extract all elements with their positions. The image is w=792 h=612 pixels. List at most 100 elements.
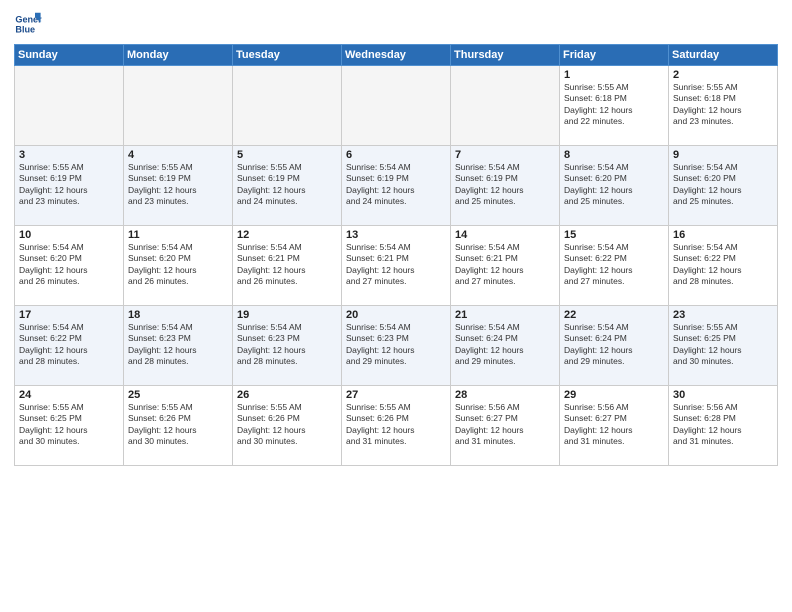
- day-number: 11: [128, 229, 228, 241]
- cell-info: Sunrise: 5:54 AM Sunset: 6:20 PM Dayligh…: [673, 162, 773, 208]
- logo-icon: General Blue: [14, 10, 42, 38]
- day-number: 15: [564, 229, 664, 241]
- header: General Blue: [14, 10, 778, 38]
- day-number: 6: [346, 149, 446, 161]
- calendar: SundayMondayTuesdayWednesdayThursdayFrid…: [14, 44, 778, 466]
- calendar-cell: [15, 66, 124, 146]
- weekday-friday: Friday: [560, 45, 669, 66]
- weekday-sunday: Sunday: [15, 45, 124, 66]
- cell-info: Sunrise: 5:54 AM Sunset: 6:23 PM Dayligh…: [346, 322, 446, 368]
- calendar-cell: 24Sunrise: 5:55 AM Sunset: 6:25 PM Dayli…: [15, 386, 124, 466]
- cell-info: Sunrise: 5:56 AM Sunset: 6:28 PM Dayligh…: [673, 402, 773, 448]
- day-number: 2: [673, 69, 773, 81]
- calendar-cell: [233, 66, 342, 146]
- calendar-cell: 25Sunrise: 5:55 AM Sunset: 6:26 PM Dayli…: [124, 386, 233, 466]
- calendar-cell: 1Sunrise: 5:55 AM Sunset: 6:18 PM Daylig…: [560, 66, 669, 146]
- day-number: 26: [237, 389, 337, 401]
- day-number: 12: [237, 229, 337, 241]
- day-number: 18: [128, 309, 228, 321]
- day-number: 24: [19, 389, 119, 401]
- cell-info: Sunrise: 5:54 AM Sunset: 6:20 PM Dayligh…: [128, 242, 228, 288]
- cell-info: Sunrise: 5:54 AM Sunset: 6:22 PM Dayligh…: [673, 242, 773, 288]
- cell-info: Sunrise: 5:56 AM Sunset: 6:27 PM Dayligh…: [564, 402, 664, 448]
- day-number: 8: [564, 149, 664, 161]
- calendar-cell: 30Sunrise: 5:56 AM Sunset: 6:28 PM Dayli…: [669, 386, 778, 466]
- day-number: 14: [455, 229, 555, 241]
- weekday-header-row: SundayMondayTuesdayWednesdayThursdayFrid…: [15, 45, 778, 66]
- week-row-1: 1Sunrise: 5:55 AM Sunset: 6:18 PM Daylig…: [15, 66, 778, 146]
- calendar-cell: 11Sunrise: 5:54 AM Sunset: 6:20 PM Dayli…: [124, 226, 233, 306]
- calendar-cell: [124, 66, 233, 146]
- calendar-cell: 2Sunrise: 5:55 AM Sunset: 6:18 PM Daylig…: [669, 66, 778, 146]
- calendar-cell: 22Sunrise: 5:54 AM Sunset: 6:24 PM Dayli…: [560, 306, 669, 386]
- day-number: 13: [346, 229, 446, 241]
- day-number: 22: [564, 309, 664, 321]
- week-row-4: 17Sunrise: 5:54 AM Sunset: 6:22 PM Dayli…: [15, 306, 778, 386]
- svg-text:Blue: Blue: [15, 24, 35, 34]
- cell-info: Sunrise: 5:54 AM Sunset: 6:21 PM Dayligh…: [455, 242, 555, 288]
- calendar-cell: 3Sunrise: 5:55 AM Sunset: 6:19 PM Daylig…: [15, 146, 124, 226]
- calendar-cell: 12Sunrise: 5:54 AM Sunset: 6:21 PM Dayli…: [233, 226, 342, 306]
- day-number: 4: [128, 149, 228, 161]
- cell-info: Sunrise: 5:54 AM Sunset: 6:20 PM Dayligh…: [564, 162, 664, 208]
- day-number: 29: [564, 389, 664, 401]
- calendar-cell: 21Sunrise: 5:54 AM Sunset: 6:24 PM Dayli…: [451, 306, 560, 386]
- page: General Blue SundayMondayTuesdayWednesda…: [0, 0, 792, 612]
- calendar-cell: 10Sunrise: 5:54 AM Sunset: 6:20 PM Dayli…: [15, 226, 124, 306]
- cell-info: Sunrise: 5:55 AM Sunset: 6:26 PM Dayligh…: [128, 402, 228, 448]
- weekday-thursday: Thursday: [451, 45, 560, 66]
- calendar-cell: 7Sunrise: 5:54 AM Sunset: 6:19 PM Daylig…: [451, 146, 560, 226]
- cell-info: Sunrise: 5:54 AM Sunset: 6:21 PM Dayligh…: [237, 242, 337, 288]
- cell-info: Sunrise: 5:55 AM Sunset: 6:26 PM Dayligh…: [346, 402, 446, 448]
- calendar-cell: [451, 66, 560, 146]
- cell-info: Sunrise: 5:56 AM Sunset: 6:27 PM Dayligh…: [455, 402, 555, 448]
- week-row-5: 24Sunrise: 5:55 AM Sunset: 6:25 PM Dayli…: [15, 386, 778, 466]
- calendar-cell: 9Sunrise: 5:54 AM Sunset: 6:20 PM Daylig…: [669, 146, 778, 226]
- weekday-tuesday: Tuesday: [233, 45, 342, 66]
- day-number: 17: [19, 309, 119, 321]
- calendar-cell: 27Sunrise: 5:55 AM Sunset: 6:26 PM Dayli…: [342, 386, 451, 466]
- calendar-cell: 20Sunrise: 5:54 AM Sunset: 6:23 PM Dayli…: [342, 306, 451, 386]
- calendar-cell: 26Sunrise: 5:55 AM Sunset: 6:26 PM Dayli…: [233, 386, 342, 466]
- calendar-cell: 28Sunrise: 5:56 AM Sunset: 6:27 PM Dayli…: [451, 386, 560, 466]
- calendar-cell: 13Sunrise: 5:54 AM Sunset: 6:21 PM Dayli…: [342, 226, 451, 306]
- day-number: 7: [455, 149, 555, 161]
- cell-info: Sunrise: 5:54 AM Sunset: 6:22 PM Dayligh…: [19, 322, 119, 368]
- day-number: 30: [673, 389, 773, 401]
- calendar-cell: 17Sunrise: 5:54 AM Sunset: 6:22 PM Dayli…: [15, 306, 124, 386]
- day-number: 21: [455, 309, 555, 321]
- cell-info: Sunrise: 5:55 AM Sunset: 6:25 PM Dayligh…: [673, 322, 773, 368]
- day-number: 16: [673, 229, 773, 241]
- cell-info: Sunrise: 5:54 AM Sunset: 6:24 PM Dayligh…: [564, 322, 664, 368]
- calendar-cell: 14Sunrise: 5:54 AM Sunset: 6:21 PM Dayli…: [451, 226, 560, 306]
- cell-info: Sunrise: 5:54 AM Sunset: 6:24 PM Dayligh…: [455, 322, 555, 368]
- calendar-cell: 18Sunrise: 5:54 AM Sunset: 6:23 PM Dayli…: [124, 306, 233, 386]
- cell-info: Sunrise: 5:54 AM Sunset: 6:20 PM Dayligh…: [19, 242, 119, 288]
- calendar-cell: 15Sunrise: 5:54 AM Sunset: 6:22 PM Dayli…: [560, 226, 669, 306]
- cell-info: Sunrise: 5:54 AM Sunset: 6:19 PM Dayligh…: [455, 162, 555, 208]
- day-number: 25: [128, 389, 228, 401]
- weekday-saturday: Saturday: [669, 45, 778, 66]
- calendar-cell: 29Sunrise: 5:56 AM Sunset: 6:27 PM Dayli…: [560, 386, 669, 466]
- calendar-cell: 4Sunrise: 5:55 AM Sunset: 6:19 PM Daylig…: [124, 146, 233, 226]
- weekday-wednesday: Wednesday: [342, 45, 451, 66]
- day-number: 10: [19, 229, 119, 241]
- day-number: 1: [564, 69, 664, 81]
- calendar-cell: 6Sunrise: 5:54 AM Sunset: 6:19 PM Daylig…: [342, 146, 451, 226]
- cell-info: Sunrise: 5:54 AM Sunset: 6:23 PM Dayligh…: [128, 322, 228, 368]
- day-number: 27: [346, 389, 446, 401]
- calendar-cell: 19Sunrise: 5:54 AM Sunset: 6:23 PM Dayli…: [233, 306, 342, 386]
- calendar-cell: [342, 66, 451, 146]
- cell-info: Sunrise: 5:54 AM Sunset: 6:22 PM Dayligh…: [564, 242, 664, 288]
- cell-info: Sunrise: 5:55 AM Sunset: 6:26 PM Dayligh…: [237, 402, 337, 448]
- logo: General Blue: [14, 10, 46, 38]
- cell-info: Sunrise: 5:54 AM Sunset: 6:23 PM Dayligh…: [237, 322, 337, 368]
- weekday-monday: Monday: [124, 45, 233, 66]
- day-number: 23: [673, 309, 773, 321]
- cell-info: Sunrise: 5:54 AM Sunset: 6:19 PM Dayligh…: [346, 162, 446, 208]
- cell-info: Sunrise: 5:55 AM Sunset: 6:19 PM Dayligh…: [128, 162, 228, 208]
- calendar-cell: 8Sunrise: 5:54 AM Sunset: 6:20 PM Daylig…: [560, 146, 669, 226]
- day-number: 9: [673, 149, 773, 161]
- calendar-cell: 23Sunrise: 5:55 AM Sunset: 6:25 PM Dayli…: [669, 306, 778, 386]
- day-number: 5: [237, 149, 337, 161]
